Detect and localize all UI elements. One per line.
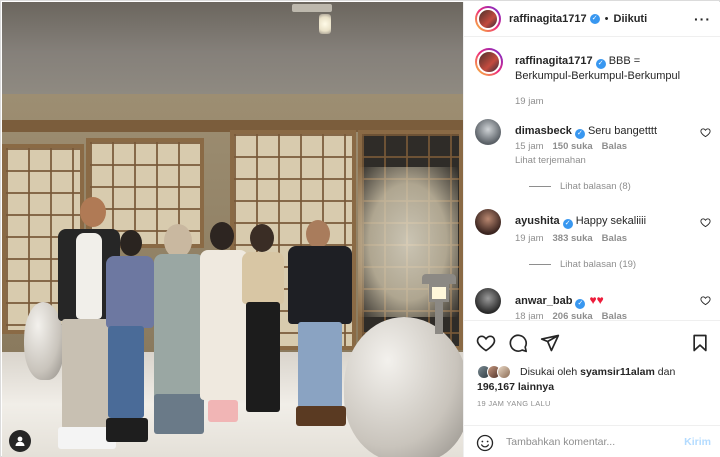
comment-time[interactable]: 18 jam	[515, 311, 544, 320]
heart-icon[interactable]	[476, 333, 496, 353]
comment-item: dimasbeck ✓ Seru bangetttt 15 jam 150 suka…	[475, 119, 711, 199]
photo-stone-lantern	[422, 274, 456, 334]
photo-ceiling-bulb	[319, 14, 331, 34]
photo-person	[238, 224, 288, 424]
verified-badge-icon: ✓	[575, 299, 586, 309]
post-caption: raffinagita1717 ✓ BBB = Berkumpul-Berkump…	[475, 48, 711, 108]
comment-input[interactable]: Tambahkan komentar...	[506, 436, 615, 448]
verified-badge-icon: ✓	[574, 129, 585, 139]
more-options-icon[interactable]: ···	[694, 11, 711, 27]
commenter-avatar[interactable]	[475, 119, 501, 145]
comment-text: Seru bangetttt	[587, 125, 658, 137]
view-replies-label: Lihat balasan (19)	[560, 259, 637, 270]
commenter-username[interactable]: anwar_bab	[515, 295, 572, 307]
author-avatar[interactable]	[475, 6, 501, 32]
comment-like-count[interactable]: 383 suka	[553, 233, 593, 244]
translate-row: Lihat terjemahan	[515, 155, 595, 166]
verified-badge-icon: ✓	[562, 219, 573, 229]
red-heart-emoji: ♥♥	[589, 293, 604, 307]
see-translation-link[interactable]: Lihat terjemahan	[515, 155, 586, 166]
comment-meta: 18 jam 206 suka Balas	[515, 311, 636, 320]
likes-line-1: Disukai oleh syamsir11alam dan	[520, 365, 675, 380]
user-tag-icon[interactable]	[9, 430, 31, 452]
caption-username[interactable]: raffinagita1717	[515, 55, 593, 67]
author-username[interactable]: raffinagita1717	[509, 13, 587, 25]
send-icon[interactable]	[540, 333, 560, 353]
likes-summary: Disukai oleh syamsir11alam dan 196,167 l…	[475, 364, 715, 396]
likes-prefix: Disukai oleh	[520, 366, 578, 378]
photo-ceiling-fixture	[292, 4, 332, 12]
comment-meta: 19 jam 383 suka Balas	[515, 233, 636, 244]
post-timestamp[interactable]: 19 JAM YANG LALU	[477, 399, 551, 408]
likes-line-2[interactable]: 196,167 lainnya	[477, 380, 554, 395]
comment-item: ayushita ✓ Happy sekaliiii 19 jam 383 suka…	[475, 209, 711, 279]
comment-like-count[interactable]: 150 suka	[553, 141, 593, 152]
comment-item: anwar_bab ✓ ♥♥ 18 jam 206 suka Balas	[475, 288, 711, 320]
post-photo[interactable]	[2, 2, 463, 457]
separator-dot: •	[604, 13, 609, 25]
reply-button[interactable]: Balas	[602, 233, 627, 244]
instagram-post-frame: raffinagita1717 ✓ • Diikuti ··· raffinag…	[0, 0, 720, 457]
likes-count[interactable]: 196,167	[477, 381, 515, 393]
comment-heart-icon[interactable]	[700, 217, 711, 228]
liker-avatars[interactable]	[477, 365, 521, 379]
view-replies-button[interactable]: Lihat balasan (8)	[529, 181, 631, 192]
comment-time[interactable]: 15 jam	[515, 141, 544, 152]
comment-text: Happy sekaliiii	[575, 215, 647, 227]
emoji-icon[interactable]	[476, 434, 494, 452]
comment-heart-icon[interactable]	[700, 295, 711, 306]
bookmark-icon[interactable]	[690, 333, 710, 353]
verified-badge-icon: ✓	[589, 14, 600, 24]
comment-meta: 15 jam 150 suka Balas	[515, 141, 636, 152]
post-actions-bar	[464, 320, 720, 364]
add-comment-bar: Tambahkan komentar... Kirim	[464, 425, 720, 457]
follow-status-button[interactable]: Diikuti	[614, 13, 648, 25]
photo-ceiling	[2, 2, 463, 94]
post-sidebar: raffinagita1717 ✓ • Diikuti ··· raffinag…	[463, 2, 720, 457]
verified-badge-icon: ✓	[595, 59, 606, 69]
comment-icon[interactable]	[508, 333, 528, 353]
comment-heart-icon[interactable]	[700, 127, 711, 138]
photo-person	[102, 230, 157, 450]
reply-button[interactable]: Balas	[602, 141, 627, 152]
post-header: raffinagita1717 ✓ • Diikuti ···	[464, 2, 720, 37]
likes-suffix[interactable]: lainnya	[518, 381, 554, 393]
caption-meta: 19 jam	[515, 96, 553, 107]
view-replies-button[interactable]: Lihat balasan (19)	[529, 259, 636, 270]
commenter-avatar[interactable]	[475, 288, 501, 314]
comment-like-count[interactable]: 206 suka	[553, 311, 593, 320]
reply-button[interactable]: Balas	[602, 311, 627, 320]
comment-time[interactable]: 19 jam	[515, 233, 544, 244]
view-replies-label: Lihat balasan (8)	[560, 181, 631, 192]
caption-time[interactable]: 19 jam	[515, 96, 544, 107]
likes-joiner: dan	[657, 366, 676, 378]
comments-list: raffinagita1717 ✓ BBB = Berkumpul-Berkump…	[464, 38, 720, 320]
commenter-username[interactable]: ayushita	[515, 215, 560, 227]
post-comment-button[interactable]: Kirim	[684, 436, 711, 448]
photo-rock	[344, 317, 463, 457]
author-avatar[interactable]	[475, 48, 503, 76]
photo-person	[284, 220, 356, 435]
commenter-avatar[interactable]	[475, 209, 501, 235]
liker-username[interactable]: syamsir11alam	[580, 366, 655, 378]
commenter-username[interactable]: dimasbeck	[515, 125, 572, 137]
